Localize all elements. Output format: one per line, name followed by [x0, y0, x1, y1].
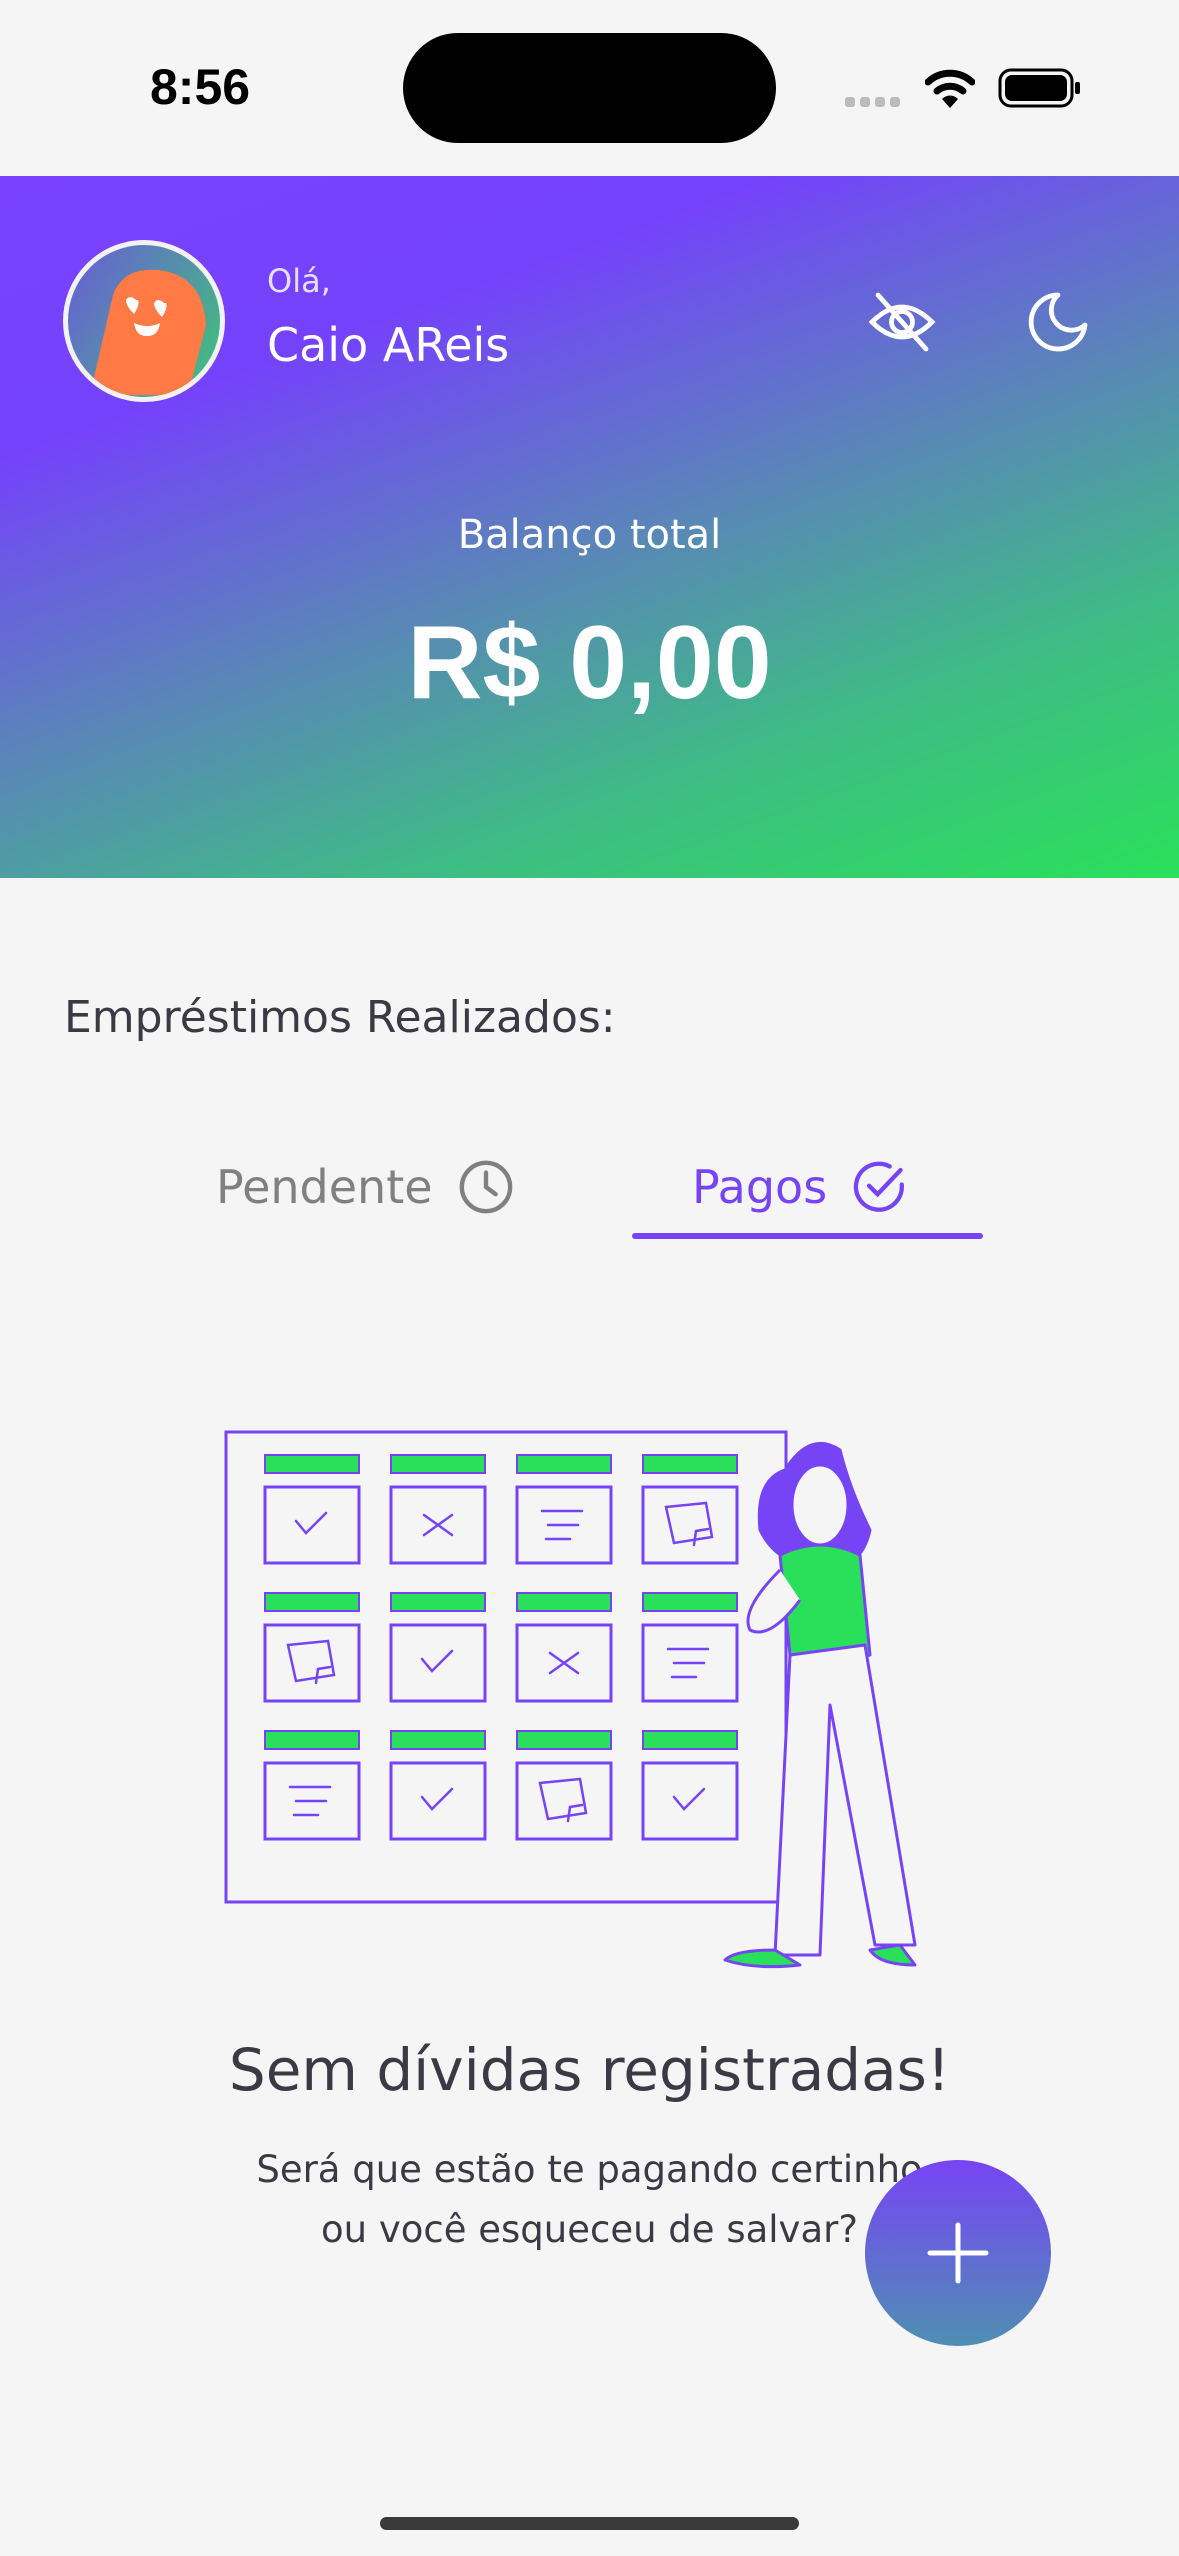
plus-icon	[927, 2222, 989, 2284]
tab-pendente[interactable]: Pendente	[216, 1158, 515, 1216]
board-bar	[642, 1730, 738, 1750]
board-cell	[641, 1485, 739, 1565]
board-mark	[548, 1651, 580, 1675]
board-mark	[666, 1647, 710, 1679]
board-mark	[540, 1509, 584, 1541]
moon-icon[interactable]	[1022, 286, 1094, 358]
board-mark	[420, 1787, 454, 1811]
board-cell	[515, 1761, 613, 1841]
status-time: 8:56	[150, 59, 251, 115]
board-mark	[420, 1649, 454, 1673]
greeting: Olá,	[267, 262, 331, 300]
tab-pagos[interactable]: Pagos	[692, 1158, 909, 1216]
wifi-icon	[925, 69, 975, 108]
dynamic-island	[403, 33, 776, 143]
board-cell	[389, 1761, 487, 1841]
board-cell	[389, 1623, 487, 1703]
board-bar	[642, 1454, 738, 1474]
section-title: Empréstimos Realizados:	[64, 992, 616, 1043]
board-mark	[286, 1639, 336, 1685]
board-bar	[516, 1730, 612, 1750]
eye-off-icon[interactable]	[866, 286, 938, 358]
board-mark	[422, 1513, 454, 1537]
empty-state-title: Sem dívidas registradas!	[228, 2036, 951, 2104]
avatar-mascot-icon	[90, 269, 206, 395]
signal-icon	[845, 97, 900, 107]
board-cell	[263, 1623, 361, 1703]
board-bar	[390, 1454, 486, 1474]
board-mark	[672, 1787, 706, 1811]
board-bar	[390, 1730, 486, 1750]
avatar[interactable]	[63, 240, 225, 402]
board-mark	[664, 1501, 714, 1547]
board-cell	[263, 1485, 361, 1565]
board-bar	[516, 1592, 612, 1612]
active-tab-indicator	[632, 1233, 983, 1239]
empty-state-illustration	[224, 1430, 917, 1969]
board-mark	[288, 1785, 332, 1817]
balance-value: R$ 0,00	[407, 605, 772, 721]
board-mark	[294, 1511, 328, 1535]
add-loan-button[interactable]	[865, 2160, 1051, 2346]
board-bar	[390, 1592, 486, 1612]
balance-header: Olá, Caio AReis Balanço total R$ 0,00	[0, 176, 1179, 878]
battery-icon	[998, 68, 1080, 108]
board-bar	[642, 1592, 738, 1612]
board-bar	[516, 1454, 612, 1474]
board-bar	[264, 1592, 360, 1612]
tab-label: Pagos	[692, 1160, 828, 1214]
tab-label: Pendente	[216, 1160, 433, 1214]
home-indicator[interactable]	[380, 2517, 799, 2530]
check-circle-icon	[853, 1161, 905, 1212]
board-bar	[264, 1730, 360, 1750]
clock-icon	[459, 1160, 512, 1214]
board-bar	[264, 1454, 360, 1474]
user-name: Caio AReis	[267, 318, 510, 372]
status-bar: 8:56	[0, 0, 1179, 176]
board-cell	[641, 1761, 739, 1841]
balance-label: Balanço total	[457, 512, 722, 558]
board-mark	[538, 1777, 588, 1823]
